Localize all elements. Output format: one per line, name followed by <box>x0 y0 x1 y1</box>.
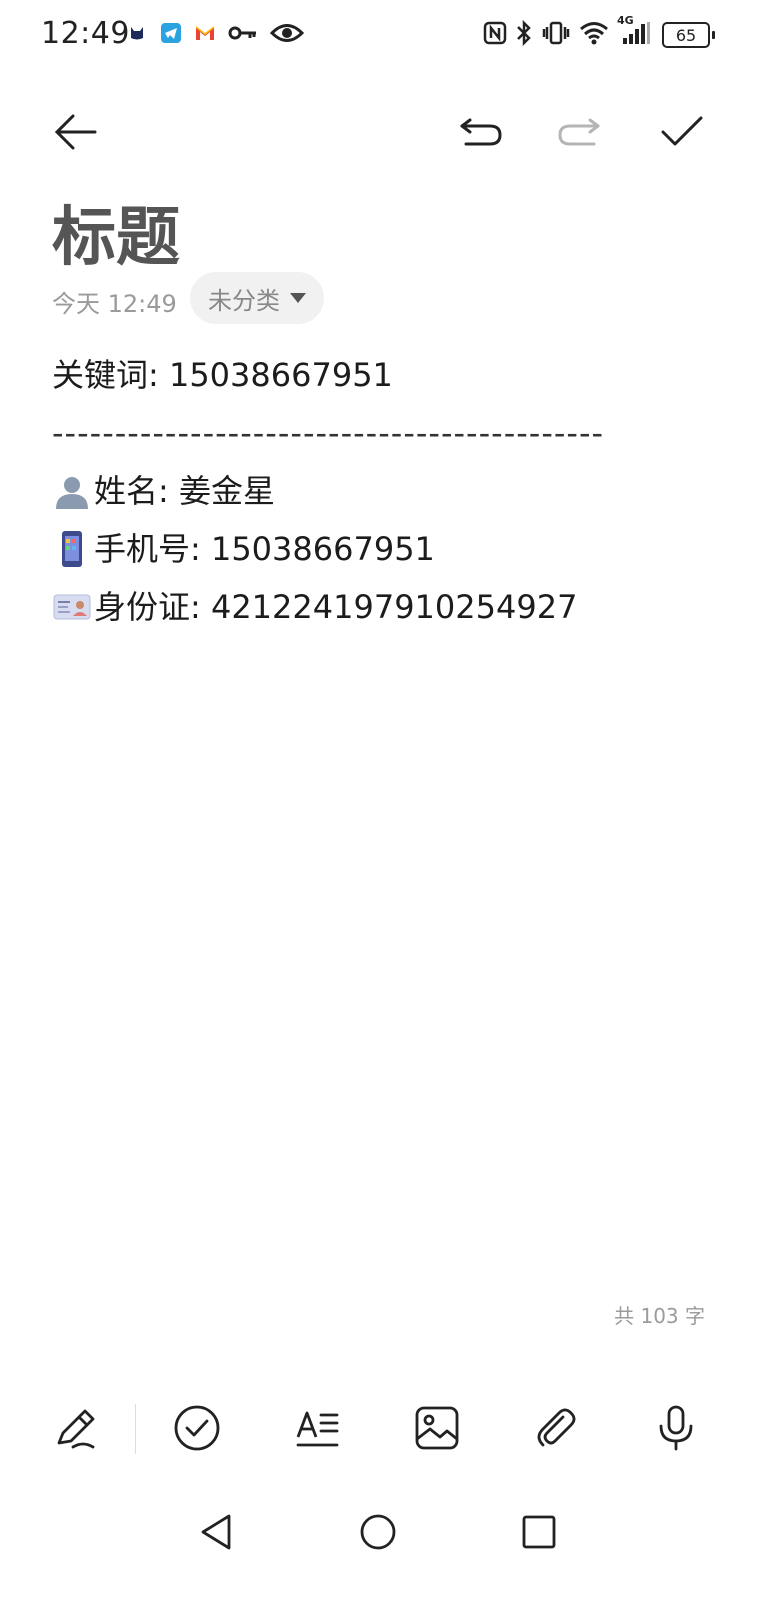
system-icons: 4G <box>483 14 651 46</box>
voice-input-button[interactable] <box>644 1396 708 1460</box>
back-button[interactable] <box>44 100 108 164</box>
status-bar: 12:49 4G 65 <box>0 0 771 72</box>
battery-tip <box>712 31 715 39</box>
battery-indicator: 65 <box>662 22 715 48</box>
system-nav-bar <box>0 1500 771 1564</box>
bluetooth-icon <box>515 20 533 46</box>
word-count: 共 103 字 <box>614 1304 705 1328</box>
dropdown-triangle-icon <box>290 293 306 303</box>
id-card-icon <box>52 587 92 627</box>
nfc-icon <box>483 20 507 46</box>
nav-recents-icon <box>522 1515 556 1549</box>
id-line: 身份证: 421224197910254927 <box>52 578 732 636</box>
dash-divider-line: ----------------------------------------… <box>52 404 732 462</box>
insert-image-button[interactable] <box>405 1396 469 1460</box>
notification-icons <box>126 22 304 44</box>
mobile-phone-icon <box>52 529 92 569</box>
gmail-icon <box>194 22 216 44</box>
handwriting-button[interactable] <box>44 1396 108 1460</box>
undo-button[interactable] <box>448 100 512 164</box>
category-label: 未分类 <box>208 286 280 315</box>
status-time: 12:49 <box>41 16 130 51</box>
keyword-text: 关键词: 15038667951 <box>52 356 393 394</box>
note-body[interactable]: 关键词: 15038667951 -----------------------… <box>52 346 732 636</box>
text-format-button[interactable] <box>286 1396 350 1460</box>
name-line: 姓名: 姜金星 <box>52 462 732 520</box>
dash-divider-text: ----------------------------------------… <box>52 414 605 452</box>
telegram-icon <box>160 22 182 44</box>
name-text: 姓名: 姜金星 <box>94 472 275 510</box>
cat-icon <box>126 22 148 44</box>
nav-recents-button[interactable] <box>507 1500 571 1564</box>
toolbar-separator <box>135 1404 136 1454</box>
signal-4g-icon: 4G <box>617 14 651 46</box>
attachment-icon <box>537 1408 576 1447</box>
network-label: 4G <box>617 14 634 27</box>
attachment-button[interactable] <box>524 1396 588 1460</box>
phone-text: 手机号: 15038667951 <box>94 530 435 568</box>
redo-icon <box>558 118 600 146</box>
check-icon <box>661 116 703 146</box>
microphone-icon <box>659 1405 693 1451</box>
keyword-line: 关键词: 15038667951 <box>52 346 732 404</box>
nav-home-button[interactable] <box>346 1500 410 1564</box>
checklist-button[interactable] <box>165 1396 229 1460</box>
nav-back-icon <box>201 1514 231 1550</box>
nav-home-icon <box>360 1514 396 1550</box>
eye-icon <box>270 22 304 44</box>
vibrate-icon <box>541 20 571 46</box>
handwriting-pen-icon <box>57 1409 95 1449</box>
checklist-icon <box>174 1405 220 1451</box>
note-date: 今天 12:49 <box>52 290 177 318</box>
id-text: 身份证: 421224197910254927 <box>94 588 578 626</box>
done-button[interactable] <box>650 100 714 164</box>
nav-back-button[interactable] <box>185 1500 249 1564</box>
text-format-icon <box>296 1411 339 1447</box>
back-arrow-icon <box>54 114 97 150</box>
category-dropdown[interactable]: 未分类 <box>190 272 324 324</box>
battery-level: 65 <box>662 22 710 48</box>
redo-button[interactable] <box>548 100 612 164</box>
bottom-toolbar <box>0 1396 771 1466</box>
undo-icon <box>460 118 502 146</box>
note-title[interactable]: 标题 <box>52 186 180 278</box>
wifi-icon <box>579 20 609 46</box>
person-silhouette-icon <box>52 471 92 511</box>
phone-line: 手机号: 15038667951 <box>52 520 732 578</box>
image-icon <box>415 1406 459 1450</box>
key-icon <box>228 22 258 44</box>
